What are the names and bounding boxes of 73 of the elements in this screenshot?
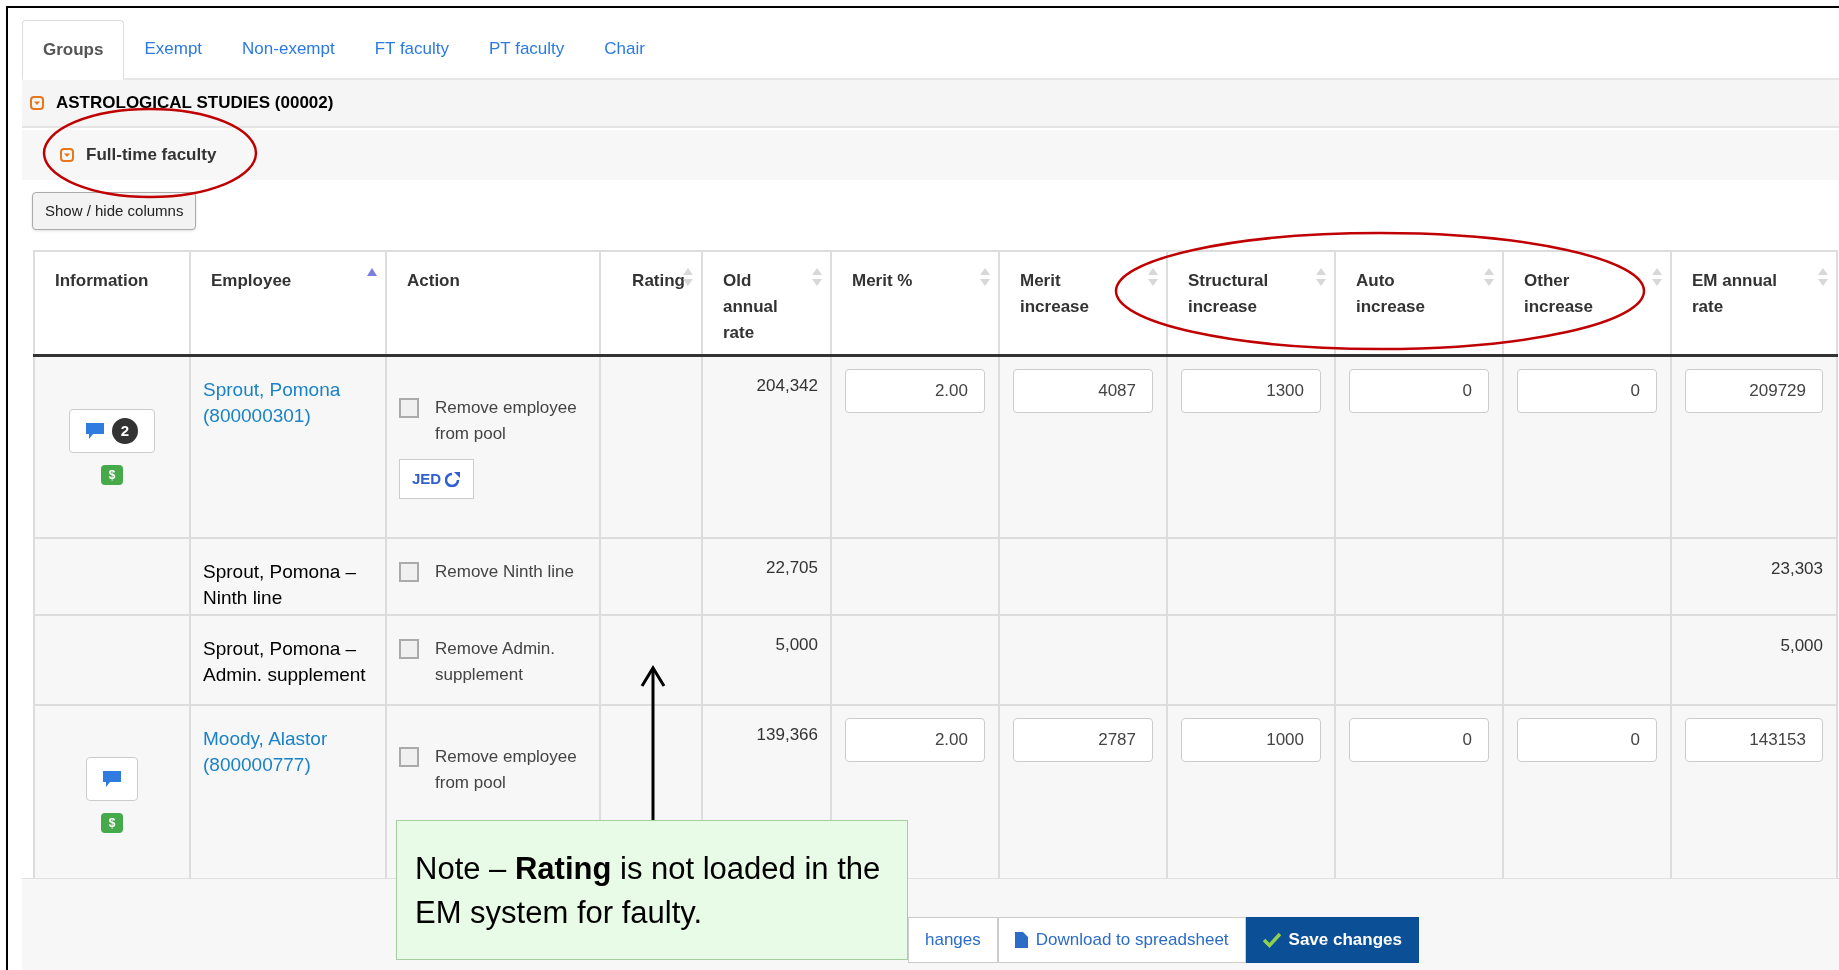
column-header[interactable]: Auto increase [1335, 250, 1503, 356]
column-header[interactable]: Structural increase [1167, 250, 1335, 356]
footer-button[interactable]: hanges [908, 917, 998, 963]
tab[interactable]: FT faculty [354, 20, 470, 78]
group-title: ASTROLOGICAL STUDIES (00002) [56, 92, 334, 115]
amount-field[interactable]: 0 [1517, 717, 1657, 762]
amount-field[interactable]: 209729 [1685, 369, 1823, 414]
sort-icon [1652, 267, 1662, 286]
tab[interactable]: PT faculty [469, 20, 585, 78]
checkbox[interactable] [399, 746, 419, 767]
amount-field[interactable]: 0 [1517, 369, 1657, 414]
jed-button[interactable]: JED [399, 459, 475, 500]
amount-field[interactable]: 1000 [1181, 717, 1321, 762]
amount-field[interactable]: 143153 [1685, 717, 1823, 762]
sort-icon [1818, 267, 1828, 286]
sort-icon [683, 267, 693, 286]
checkmark-icon [1262, 932, 1281, 948]
checkbox-label: Remove employee from pool [435, 745, 578, 794]
sort-icon [1316, 267, 1326, 286]
old-rate-value: 139,366 [756, 724, 818, 744]
amount-field[interactable]: 2787 [1013, 717, 1153, 762]
tab[interactable]: Groups [22, 20, 125, 80]
amount-field[interactable]: 4087 [1013, 369, 1153, 414]
sort-icon [1484, 267, 1494, 286]
column-header[interactable]: Employee [190, 250, 386, 356]
speech-bubble-icon [86, 423, 104, 439]
checkbox-label: Remove Ninth line [435, 560, 574, 583]
collapse-icon[interactable] [30, 95, 44, 110]
column-header[interactable]: Rating [600, 250, 702, 356]
checkbox-label: Remove Admin. supplement [435, 637, 556, 686]
amount-field[interactable]: 1300 [1181, 369, 1321, 414]
checkbox[interactable] [399, 398, 419, 419]
comments-button[interactable]: 2 [69, 409, 155, 453]
column-header[interactable]: Old annual rate [702, 250, 831, 356]
sort-icon [1148, 267, 1158, 286]
employee-line-name: Sprout, Pomona – Admin. supplement [203, 636, 367, 687]
save-button[interactable]: Save changes [1245, 917, 1419, 963]
tab[interactable]: Exempt [124, 20, 223, 78]
document-icon [1014, 932, 1028, 948]
comments-button[interactable] [86, 756, 138, 801]
tab[interactable]: Chair [584, 20, 665, 78]
column-header[interactable]: Merit increase [999, 250, 1167, 356]
old-rate-value: 204,342 [756, 376, 818, 396]
column-header[interactable]: Action [386, 250, 600, 356]
column-header[interactable]: Information [34, 250, 190, 356]
em-rate-value: 23,303 [1771, 558, 1823, 578]
amount-field[interactable]: 2.00 [845, 369, 985, 414]
employee-line-name: Sprout, Pomona – Ninth line [203, 559, 358, 610]
show-hide-columns-button[interactable]: Show / hide columns [32, 191, 197, 230]
amount-field[interactable]: 2.00 [845, 717, 985, 762]
old-rate-value: 5,000 [775, 634, 818, 654]
comment-count-badge: 2 [112, 418, 138, 444]
employee-link[interactable]: Moody, Alastor (800000777) [203, 725, 373, 778]
sort-icon [812, 267, 822, 286]
checkbox[interactable] [399, 638, 419, 659]
employee-link[interactable]: Sprout, Pomona (800000301) [203, 377, 373, 430]
old-rate-value: 22,705 [766, 557, 818, 577]
checkbox-label: Remove employee from pool [435, 397, 578, 446]
column-header[interactable]: EM annual rate [1671, 250, 1837, 356]
amount-field[interactable]: 0 [1349, 717, 1489, 762]
checkbox[interactable] [399, 561, 419, 582]
collapse-icon[interactable] [60, 147, 74, 162]
subgroup-title: Full-time faculty [86, 144, 217, 167]
annotation-note: Note – Rating is not loaded in the EM system for faulty. [396, 820, 908, 960]
tab[interactable]: Non-exempt [222, 20, 355, 78]
column-header[interactable]: Other increase [1503, 250, 1671, 356]
speech-bubble-icon [103, 770, 121, 787]
download-button[interactable]: Download to spreadsheet [997, 917, 1246, 963]
sort-ascending-icon [367, 267, 377, 276]
sort-icon [980, 267, 990, 286]
column-header[interactable]: Merit % [831, 250, 999, 356]
em-rate-value: 5,000 [1780, 635, 1823, 655]
amount-field[interactable]: 0 [1349, 369, 1489, 414]
